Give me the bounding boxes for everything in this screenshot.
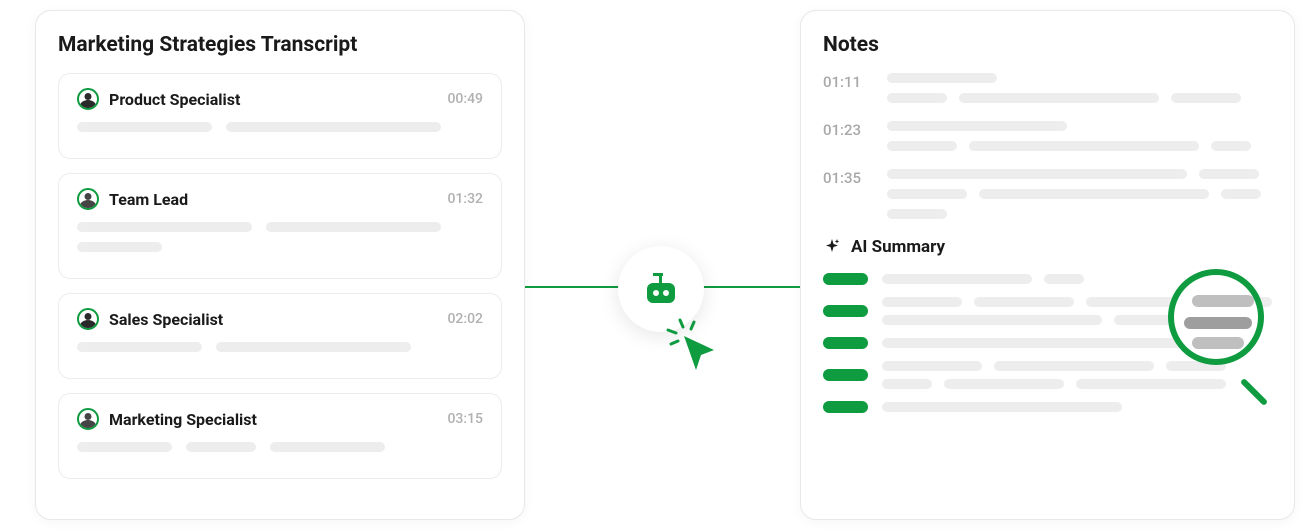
- avatar-icon: [77, 308, 99, 330]
- entry-header: Product Specialist 00:49: [77, 88, 483, 110]
- ai-summary-section: AI Summary: [823, 237, 1272, 413]
- placeholder-text: [77, 242, 483, 252]
- cursor-click-icon: [666, 318, 726, 378]
- placeholder-text: [77, 122, 483, 132]
- note-content: [887, 169, 1272, 219]
- notes-panel: Notes 01:11 01:23 01:35 AI Summary: [800, 10, 1295, 520]
- bullet-icon: [823, 337, 868, 349]
- transcript-title: Marketing Strategies Transcript: [58, 33, 502, 57]
- note-timestamp: 01:11: [823, 73, 863, 91]
- avatar-icon: [77, 88, 99, 110]
- summary-item: [823, 361, 1272, 389]
- sparkle-icon: [823, 238, 841, 256]
- note-content: [887, 121, 1272, 151]
- note-item[interactable]: 01:35: [823, 169, 1272, 219]
- robot-icon: [639, 267, 683, 311]
- transcript-entry[interactable]: Marketing Specialist 03:15: [58, 393, 502, 479]
- transcript-entry[interactable]: Team Lead 01:32: [58, 173, 502, 279]
- speaker-name: Team Lead: [109, 190, 447, 209]
- placeholder-text: [77, 342, 483, 352]
- transcript-entry[interactable]: Product Specialist 00:49: [58, 73, 502, 159]
- entry-header: Marketing Specialist 03:15: [77, 408, 483, 430]
- timestamp: 02:02: [447, 311, 483, 327]
- avatar-icon: [77, 408, 99, 430]
- entry-header: Team Lead 01:32: [77, 188, 483, 210]
- bullet-icon: [823, 305, 868, 317]
- entry-header: Sales Specialist 02:02: [77, 308, 483, 330]
- speaker-name: Product Specialist: [109, 90, 447, 109]
- placeholder-text: [77, 222, 483, 232]
- note-timestamp: 01:35: [823, 169, 863, 187]
- ai-summary-title: AI Summary: [851, 237, 945, 257]
- bullet-icon: [823, 273, 868, 285]
- timestamp: 03:15: [447, 411, 483, 427]
- note-item[interactable]: 01:23: [823, 121, 1272, 151]
- note-content: [887, 73, 1272, 103]
- speaker-name: Sales Specialist: [109, 310, 447, 329]
- note-item[interactable]: 01:11: [823, 73, 1272, 103]
- avatar-icon: [77, 188, 99, 210]
- transcript-entry[interactable]: Sales Specialist 02:02: [58, 293, 502, 379]
- transcript-panel: Marketing Strategies Transcript Product …: [35, 10, 525, 520]
- bullet-icon: [823, 369, 868, 381]
- note-timestamp: 01:23: [823, 121, 863, 139]
- ai-summary-header: AI Summary: [823, 237, 1272, 257]
- speaker-name: Marketing Specialist: [109, 410, 447, 429]
- notes-title: Notes: [823, 33, 1272, 57]
- bullet-icon: [823, 401, 868, 413]
- timestamp: 01:32: [447, 191, 483, 207]
- timestamp: 00:49: [447, 91, 483, 107]
- placeholder-text: [77, 442, 483, 452]
- summary-item: [823, 401, 1272, 413]
- magnifier-icon: [1168, 269, 1264, 365]
